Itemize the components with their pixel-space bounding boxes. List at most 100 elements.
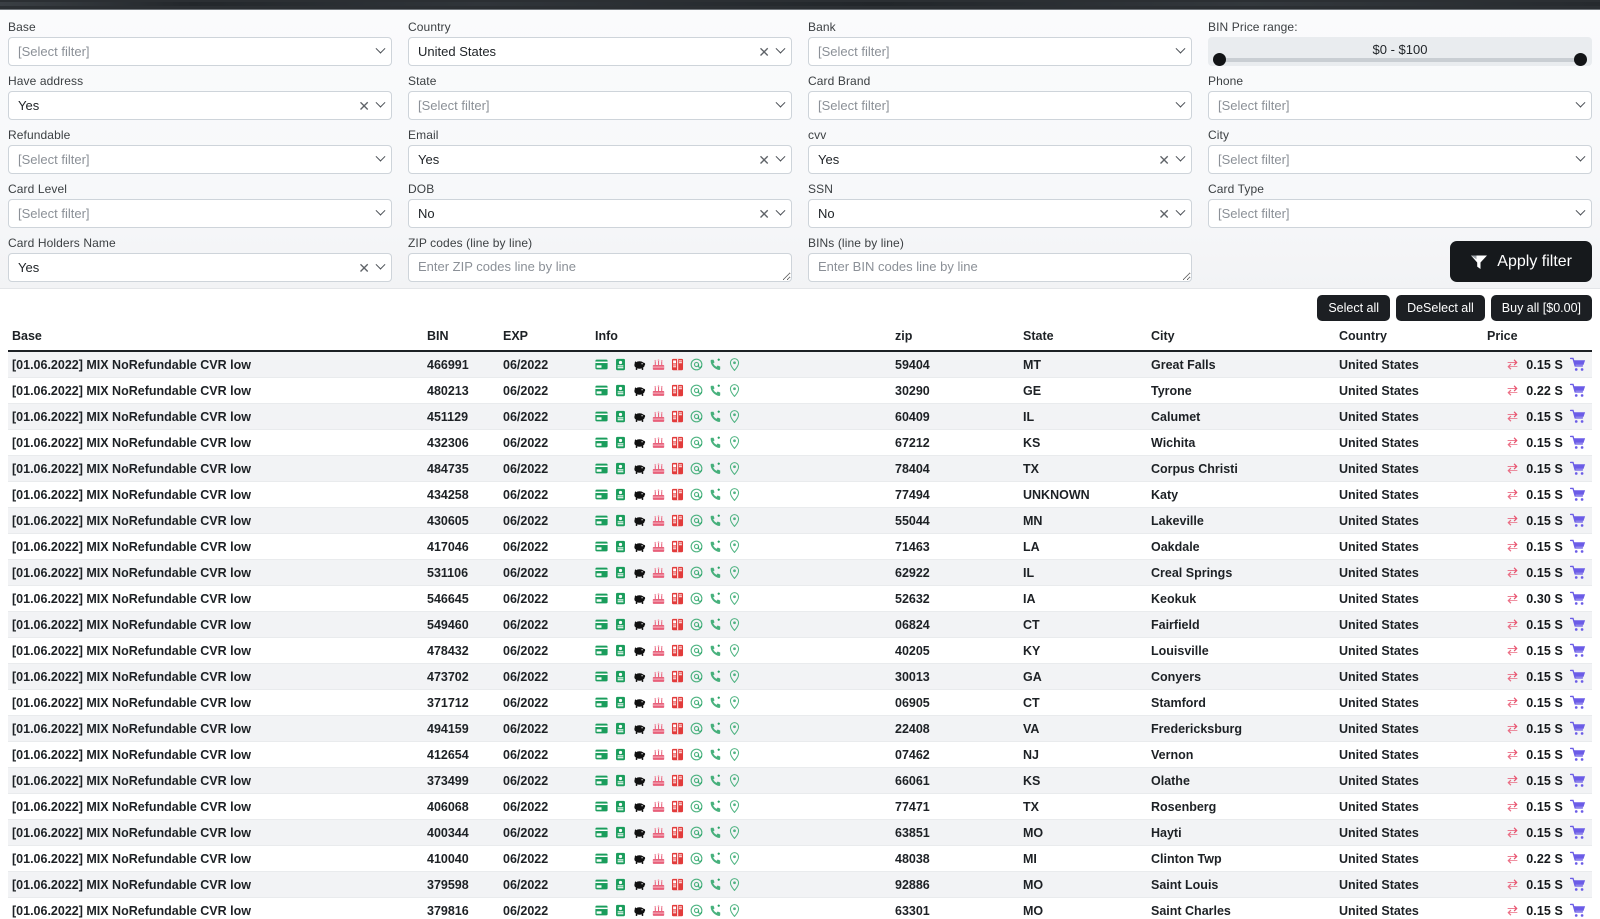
table-row[interactable]: [01.06.2022] MIX NoRefundable CVR low406…: [8, 794, 1592, 820]
select-all-button[interactable]: Select all: [1317, 295, 1390, 321]
refresh-exchange-icon[interactable]: [1506, 722, 1519, 735]
add-to-cart-icon[interactable]: [1570, 565, 1586, 580]
refresh-exchange-icon[interactable]: [1506, 826, 1519, 839]
add-to-cart-icon[interactable]: [1570, 513, 1586, 528]
table-row[interactable]: [01.06.2022] MIX NoRefundable CVR low546…: [8, 586, 1592, 612]
column-header-info[interactable]: Info: [591, 326, 891, 351]
refresh-exchange-icon[interactable]: [1506, 514, 1519, 527]
add-to-cart-icon[interactable]: [1570, 851, 1586, 866]
clear-icon[interactable]: ✕: [358, 261, 370, 275]
table-row[interactable]: [01.06.2022] MIX NoRefundable CVR low432…: [8, 430, 1592, 456]
deselect-all-button[interactable]: DeSelect all: [1396, 295, 1485, 321]
column-header-exp[interactable]: EXP: [499, 326, 591, 351]
filter-bank-select[interactable]: [Select filter]: [808, 37, 1192, 66]
add-to-cart-icon[interactable]: [1570, 747, 1586, 762]
filter-refundable-select[interactable]: [Select filter]: [8, 145, 392, 174]
table-row[interactable]: [01.06.2022] MIX NoRefundable CVR low410…: [8, 846, 1592, 872]
buy-all-button[interactable]: Buy all [$0.00]: [1491, 295, 1592, 321]
refresh-exchange-icon[interactable]: [1506, 566, 1519, 579]
clear-icon[interactable]: ✕: [1158, 153, 1170, 167]
column-header-price[interactable]: Price: [1483, 326, 1592, 351]
add-to-cart-icon[interactable]: [1570, 409, 1586, 424]
add-to-cart-icon[interactable]: [1570, 539, 1586, 554]
table-row[interactable]: [01.06.2022] MIX NoRefundable CVR low531…: [8, 560, 1592, 586]
refresh-exchange-icon[interactable]: [1506, 410, 1519, 423]
refresh-exchange-icon[interactable]: [1506, 696, 1519, 709]
slider-handle-min[interactable]: [1213, 53, 1226, 66]
filter-dob-select[interactable]: No ✕: [408, 199, 792, 228]
bins-input[interactable]: [808, 253, 1192, 282]
add-to-cart-icon[interactable]: [1570, 487, 1586, 502]
refresh-exchange-icon[interactable]: [1506, 540, 1519, 553]
refresh-exchange-icon[interactable]: [1506, 384, 1519, 397]
zip-codes-input[interactable]: [408, 253, 792, 282]
column-header-zip[interactable]: zip: [891, 326, 1019, 351]
column-header-base[interactable]: Base: [8, 326, 423, 351]
refresh-exchange-icon[interactable]: [1506, 774, 1519, 787]
filter-ssn-select[interactable]: No ✕: [808, 199, 1192, 228]
filter-have-address-select[interactable]: Yes ✕: [8, 91, 392, 120]
filter-phone-select[interactable]: [Select filter]: [1208, 91, 1592, 120]
column-header-country[interactable]: Country: [1335, 326, 1483, 351]
filter-card-brand-select[interactable]: [Select filter]: [808, 91, 1192, 120]
table-row[interactable]: [01.06.2022] MIX NoRefundable CVR low480…: [8, 378, 1592, 404]
refresh-exchange-icon[interactable]: [1506, 488, 1519, 501]
column-header-state[interactable]: State: [1019, 326, 1147, 351]
bin-price-range-slider[interactable]: $0 - $100: [1208, 37, 1592, 66]
add-to-cart-icon[interactable]: [1570, 461, 1586, 476]
add-to-cart-icon[interactable]: [1570, 383, 1586, 398]
add-to-cart-icon[interactable]: [1570, 617, 1586, 632]
filter-email-select[interactable]: Yes ✕: [408, 145, 792, 174]
filter-country-select[interactable]: United States ✕: [408, 37, 792, 66]
table-row[interactable]: [01.06.2022] MIX NoRefundable CVR low430…: [8, 508, 1592, 534]
add-to-cart-icon[interactable]: [1570, 825, 1586, 840]
add-to-cart-icon[interactable]: [1570, 903, 1586, 918]
add-to-cart-icon[interactable]: [1570, 435, 1586, 450]
filter-card-type-select[interactable]: [Select filter]: [1208, 199, 1592, 228]
refresh-exchange-icon[interactable]: [1506, 852, 1519, 865]
add-to-cart-icon[interactable]: [1570, 721, 1586, 736]
table-row[interactable]: [01.06.2022] MIX NoRefundable CVR low379…: [8, 872, 1592, 898]
filter-city-select[interactable]: [Select filter]: [1208, 145, 1592, 174]
refresh-exchange-icon[interactable]: [1506, 462, 1519, 475]
filter-card-level-select[interactable]: [Select filter]: [8, 199, 392, 228]
table-row[interactable]: [01.06.2022] MIX NoRefundable CVR low379…: [8, 898, 1592, 919]
refresh-exchange-icon[interactable]: [1506, 358, 1519, 371]
filter-base-select[interactable]: [Select filter]: [8, 37, 392, 66]
slider-handle-max[interactable]: [1574, 53, 1587, 66]
refresh-exchange-icon[interactable]: [1506, 904, 1519, 917]
table-row[interactable]: [01.06.2022] MIX NoRefundable CVR low371…: [8, 690, 1592, 716]
clear-icon[interactable]: ✕: [758, 207, 770, 221]
table-row[interactable]: [01.06.2022] MIX NoRefundable CVR low466…: [8, 351, 1592, 378]
add-to-cart-icon[interactable]: [1570, 591, 1586, 606]
filter-cvv-select[interactable]: Yes ✕: [808, 145, 1192, 174]
filter-card-holders-name-select[interactable]: Yes ✕: [8, 253, 392, 282]
refresh-exchange-icon[interactable]: [1506, 618, 1519, 631]
refresh-exchange-icon[interactable]: [1506, 800, 1519, 813]
apply-filter-button[interactable]: Apply filter: [1450, 241, 1592, 282]
table-row[interactable]: [01.06.2022] MIX NoRefundable CVR low549…: [8, 612, 1592, 638]
add-to-cart-icon[interactable]: [1570, 695, 1586, 710]
add-to-cart-icon[interactable]: [1570, 877, 1586, 892]
column-header-city[interactable]: City: [1147, 326, 1335, 351]
table-row[interactable]: [01.06.2022] MIX NoRefundable CVR low400…: [8, 820, 1592, 846]
table-row[interactable]: [01.06.2022] MIX NoRefundable CVR low473…: [8, 664, 1592, 690]
table-row[interactable]: [01.06.2022] MIX NoRefundable CVR low478…: [8, 638, 1592, 664]
clear-icon[interactable]: ✕: [758, 45, 770, 59]
refresh-exchange-icon[interactable]: [1506, 878, 1519, 891]
add-to-cart-icon[interactable]: [1570, 799, 1586, 814]
table-row[interactable]: [01.06.2022] MIX NoRefundable CVR low484…: [8, 456, 1592, 482]
table-row[interactable]: [01.06.2022] MIX NoRefundable CVR low494…: [8, 716, 1592, 742]
refresh-exchange-icon[interactable]: [1506, 748, 1519, 761]
clear-icon[interactable]: ✕: [758, 153, 770, 167]
add-to-cart-icon[interactable]: [1570, 357, 1586, 372]
clear-icon[interactable]: ✕: [1158, 207, 1170, 221]
add-to-cart-icon[interactable]: [1570, 773, 1586, 788]
refresh-exchange-icon[interactable]: [1506, 670, 1519, 683]
table-row[interactable]: [01.06.2022] MIX NoRefundable CVR low417…: [8, 534, 1592, 560]
table-row[interactable]: [01.06.2022] MIX NoRefundable CVR low373…: [8, 768, 1592, 794]
refresh-exchange-icon[interactable]: [1506, 592, 1519, 605]
table-row[interactable]: [01.06.2022] MIX NoRefundable CVR low434…: [8, 482, 1592, 508]
refresh-exchange-icon[interactable]: [1506, 644, 1519, 657]
add-to-cart-icon[interactable]: [1570, 643, 1586, 658]
